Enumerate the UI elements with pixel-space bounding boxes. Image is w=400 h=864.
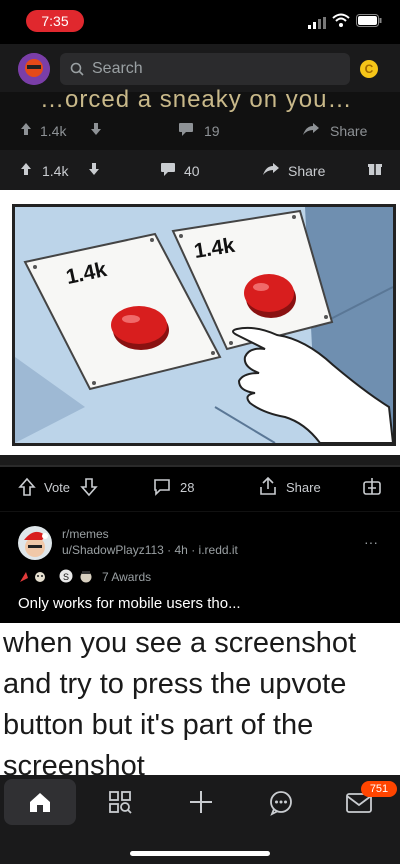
- home-indicator: [130, 851, 270, 856]
- share-icon[interactable]: [258, 476, 278, 501]
- embedded-vote-count-2: 1.4k: [42, 163, 69, 179]
- search-placeholder: Search: [92, 60, 143, 77]
- embedded-vote-count: 1.4k: [40, 123, 67, 139]
- subreddit-name[interactable]: r/memes: [62, 527, 109, 541]
- user-avatar[interactable]: [18, 53, 50, 85]
- embedded-downvote-icon: [90, 122, 102, 139]
- communities-icon[interactable]: [108, 790, 132, 819]
- home-icon: [28, 791, 52, 818]
- downvote-icon[interactable]: [80, 477, 98, 502]
- comment-icon[interactable]: [152, 477, 172, 502]
- create-post-icon[interactable]: [188, 789, 214, 820]
- vote-label: Vote: [44, 480, 71, 495]
- more-options-icon[interactable]: ···: [364, 534, 378, 550]
- embedded-share-label: Share: [330, 123, 368, 139]
- meme-caption: when you see a screenshot and try to pre…: [3, 627, 357, 775]
- embedded-share-icon: [302, 122, 320, 139]
- coin-icon[interactable]: C: [360, 60, 378, 78]
- embedded-share-icon-2: [262, 162, 280, 179]
- battery-icon: [356, 14, 382, 27]
- embedded-cut-text: …orced a sneaky on you…: [40, 86, 353, 113]
- chat-icon[interactable]: [268, 790, 294, 821]
- embedded-upvote-icon-2: [20, 162, 32, 179]
- upvote-icon[interactable]: [18, 477, 36, 502]
- award-icon[interactable]: [362, 476, 382, 501]
- svg-text:S: S: [63, 572, 69, 582]
- embedded-upvote-icon: [20, 122, 32, 139]
- embedded-comment-count-2: 40: [184, 163, 200, 179]
- awards-count[interactable]: 7 Awards: [102, 570, 151, 584]
- share-label[interactable]: Share: [286, 480, 321, 495]
- embedded-comment-count: 19: [204, 123, 220, 139]
- embedded-comment-icon-2: [160, 162, 176, 179]
- poster-avatar[interactable]: [18, 526, 52, 560]
- meme-frame-bottom: [0, 455, 400, 465]
- embedded-comment-icon: [178, 122, 194, 139]
- embedded-share-label-2: Share: [288, 163, 326, 179]
- status-time: 7:35: [26, 10, 84, 32]
- embedded-award-icon: [368, 162, 382, 181]
- signal-icon: [308, 16, 326, 29]
- post-title[interactable]: Only works for mobile users tho...: [18, 595, 241, 612]
- search-icon: [70, 62, 84, 81]
- post-byline[interactable]: u/ShadowPlayz113 · 4h · i.redd.it: [62, 543, 238, 557]
- awards-icons: S: [18, 568, 96, 589]
- embedded-downvote-icon-2: [88, 162, 100, 179]
- inbox-badge: 751: [361, 781, 397, 797]
- comment-count[interactable]: 28: [180, 480, 194, 495]
- wifi-icon: [332, 13, 350, 27]
